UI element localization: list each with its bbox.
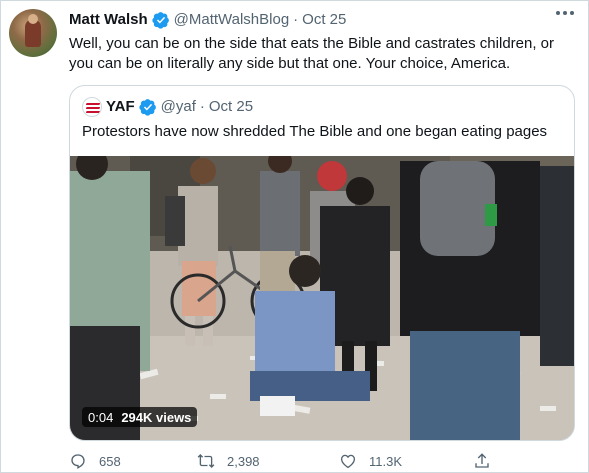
- quote-separator: ·: [199, 98, 205, 115]
- more-dot: [570, 11, 574, 15]
- header-separator: ·: [293, 11, 299, 28]
- more-icon[interactable]: [556, 11, 574, 15]
- video-views: 294K views: [121, 409, 192, 425]
- quote-date[interactable]: Oct 25: [209, 97, 253, 117]
- share-icon: [475, 453, 489, 468]
- more-dot: [563, 11, 567, 15]
- tweet-header: Matt Walsh @MattWalshBlog · Oct 25: [69, 10, 346, 30]
- author-name[interactable]: Matt Walsh: [69, 10, 148, 30]
- quote-author-handle[interactable]: @yaf: [161, 97, 196, 117]
- video-player[interactable]: 0:04 294K views: [70, 156, 574, 440]
- author-handle[interactable]: @MattWalshBlog: [174, 10, 290, 30]
- retweet-button[interactable]: 2,398: [197, 452, 260, 470]
- like-icon: [340, 454, 356, 469]
- share-button[interactable]: [473, 452, 491, 470]
- avatar-head: [28, 14, 38, 24]
- tweet-text: Well, you can be on the side that eats t…: [69, 35, 555, 72]
- author-avatar[interactable]: [9, 9, 57, 57]
- verified-badge-icon: [139, 99, 156, 116]
- reply-button[interactable]: 658: [69, 452, 121, 470]
- video-frame: [70, 156, 574, 440]
- quote-header: YAF @yaf · Oct 25: [82, 97, 253, 117]
- quoted-tweet[interactable]: YAF @yaf · Oct 25 Protestors have now sh…: [69, 85, 575, 441]
- reply-count: 658: [99, 453, 121, 469]
- retweet-count: 2,398: [227, 453, 260, 469]
- action-bar: 658 2,398 11.3K: [69, 452, 575, 472]
- more-dot: [556, 11, 560, 15]
- yaf-logo-avatar[interactable]: [82, 97, 102, 117]
- verified-badge-icon: [152, 12, 169, 29]
- like-button[interactable]: 11.3K: [339, 452, 402, 470]
- video-duration: 0:04: [88, 409, 114, 425]
- quote-author-name[interactable]: YAF: [106, 97, 135, 117]
- like-count: 11.3K: [369, 453, 403, 469]
- retweet-icon: [197, 454, 215, 468]
- video-badge: 0:04 294K views: [82, 407, 198, 427]
- tweet-card[interactable]: Matt Walsh @MattWalshBlog · Oct 25 Well,…: [0, 0, 589, 473]
- reply-icon: [71, 454, 85, 469]
- quote-text: Protestors have now shredded The Bible a…: [82, 123, 548, 140]
- tweet-date[interactable]: Oct 25: [302, 10, 346, 30]
